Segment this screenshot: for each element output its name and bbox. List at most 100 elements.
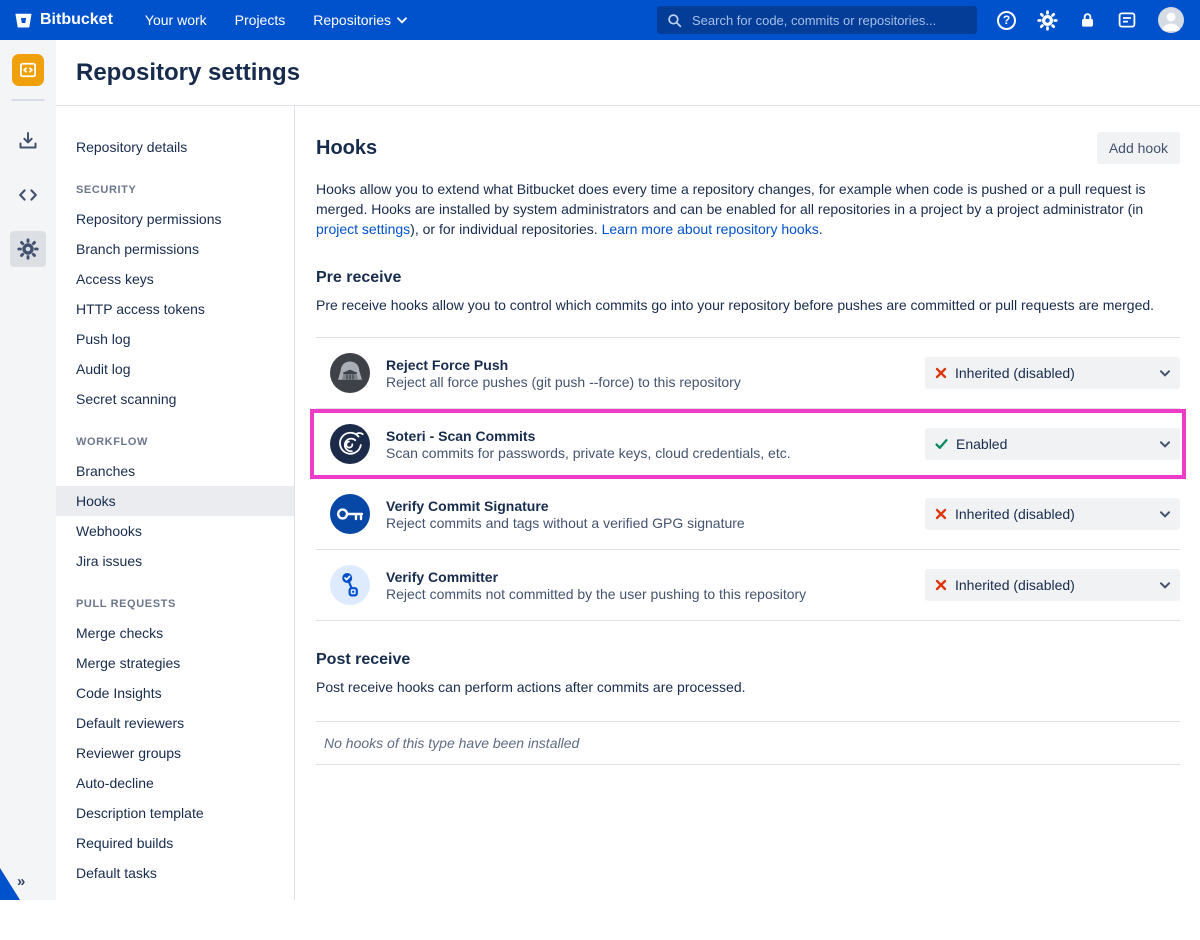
- bitbucket-logo-icon: [14, 11, 33, 30]
- settings-nav-item-push-log[interactable]: Push log: [56, 324, 294, 354]
- intro-text: ), or for individual repositories.: [410, 221, 601, 237]
- chevron-down-icon: [1160, 511, 1170, 518]
- clone-icon[interactable]: [10, 123, 46, 159]
- hook-status-dropdown-reject-force-push[interactable]: Inherited (disabled): [925, 357, 1180, 389]
- nav-repositories[interactable]: Repositories: [313, 12, 407, 28]
- pre-receive-description: Pre receive hooks allow you to control w…: [316, 295, 1180, 315]
- settings-nav-item-description-template[interactable]: Description template: [56, 798, 294, 828]
- hook-status-label: Inherited (disabled): [955, 506, 1075, 522]
- key-icon: [330, 494, 370, 534]
- settings-nav-item-repository-permissions[interactable]: Repository permissions: [56, 204, 294, 234]
- nav-section-security: SECURITY: [56, 162, 294, 204]
- top-navigation: Bitbucket Your work Projects Repositorie…: [0, 0, 1200, 40]
- settings-nav-item-secret-scanning[interactable]: Secret scanning: [56, 384, 294, 414]
- help-icon[interactable]: ?: [997, 11, 1016, 30]
- hook-description: Scan commits for passwords, private keys…: [386, 445, 791, 461]
- settings-nav-item-webhooks[interactable]: Webhooks: [56, 516, 294, 546]
- hook-status-dropdown-verify-committer[interactable]: Inherited (disabled): [925, 569, 1180, 601]
- nav-repositories-label: Repositories: [313, 12, 391, 28]
- pre-receive-hook-list: Reject Force PushReject all force pushes…: [316, 337, 1180, 621]
- settings-nav-item-auto-decline[interactable]: Auto-decline: [56, 768, 294, 798]
- settings-nav: Repository detailsSECURITYRepository per…: [56, 106, 295, 900]
- hooks-intro: Hooks allow you to extend what Bitbucket…: [316, 179, 1180, 239]
- post-receive-heading: Post receive: [316, 651, 1180, 669]
- hook-info: Soteri - Scan CommitsScan commits for pa…: [386, 428, 791, 461]
- hook-status-label: Inherited (disabled): [955, 577, 1075, 593]
- settings-nav-item-merge-strategies[interactable]: Merge strategies: [56, 648, 294, 678]
- intro-text: .: [819, 221, 823, 237]
- page-title: Repository settings: [76, 59, 300, 87]
- post-receive-description: Post receive hooks can perform actions a…: [316, 677, 1180, 697]
- user-avatar[interactable]: [1158, 7, 1184, 33]
- page-header: Repository settings: [56, 40, 1200, 106]
- gear-icon[interactable]: [1037, 10, 1058, 31]
- committer-icon: [330, 565, 370, 605]
- hook-description: Reject commits and tags without a verifi…: [386, 515, 745, 531]
- hook-description: Reject all force pushes (git push --forc…: [386, 374, 741, 390]
- add-hook-button[interactable]: Add hook: [1097, 132, 1180, 164]
- hooks-heading: Hooks: [316, 137, 377, 160]
- hook-row-reject-force-push: Reject Force PushReject all force pushes…: [316, 338, 1180, 409]
- code-icon[interactable]: [10, 177, 46, 213]
- status-disabled-icon: [935, 508, 947, 520]
- post-receive-section: Post receive Post receive hooks can perf…: [316, 651, 1180, 765]
- nav-your-work[interactable]: Your work: [145, 12, 207, 28]
- settings-nav-item-default-reviewers[interactable]: Default reviewers: [56, 708, 294, 738]
- settings-nav-item-branches[interactable]: Branches: [56, 456, 294, 486]
- hook-name: Verify Commit Signature: [386, 498, 745, 514]
- hook-description: Reject commits not committed by the user…: [386, 586, 806, 602]
- hook-status-label: Enabled: [956, 436, 1007, 452]
- settings-nav-item-code-insights[interactable]: Code Insights: [56, 678, 294, 708]
- vader-icon: [330, 353, 370, 393]
- global-search[interactable]: [657, 6, 977, 34]
- feedback-icon[interactable]: [1117, 10, 1137, 30]
- nav-action-icons: ?: [997, 7, 1184, 33]
- hook-name: Soteri - Scan Commits: [386, 428, 791, 444]
- soteri-icon: [330, 424, 370, 464]
- intro-text: Hooks allow you to extend what Bitbucket…: [316, 181, 1146, 217]
- pre-receive-heading: Pre receive: [316, 269, 1180, 287]
- link-project-settings[interactable]: project settings: [316, 221, 410, 237]
- link-learn-more-about-repository-hooks[interactable]: Learn more about repository hooks: [602, 221, 819, 237]
- search-icon: [667, 13, 682, 28]
- settings-nav-item-merge-checks[interactable]: Merge checks: [56, 618, 294, 648]
- expand-sidebar-icon[interactable]: »: [17, 873, 25, 890]
- settings-nav-item-http-access-tokens[interactable]: HTTP access tokens: [56, 294, 294, 324]
- hook-info: Verify Commit SignatureReject commits an…: [386, 498, 745, 531]
- settings-nav-item-hooks[interactable]: Hooks: [56, 486, 294, 516]
- settings-nav-item-branch-permissions[interactable]: Branch permissions: [56, 234, 294, 264]
- status-disabled-icon: [935, 579, 947, 591]
- settings-nav-item-repository-details[interactable]: Repository details: [56, 132, 294, 162]
- lock-icon[interactable]: [1079, 11, 1096, 29]
- main-content: Hooks Add hook Hooks allow you to extend…: [295, 106, 1200, 900]
- page: Repository settings Repository detailsSE…: [56, 40, 1200, 900]
- chevron-down-icon: [1160, 582, 1170, 589]
- chevron-down-icon: [1160, 370, 1170, 377]
- settings-nav-item-default-tasks[interactable]: Default tasks: [56, 858, 294, 888]
- brand-name: Bitbucket: [40, 11, 113, 29]
- hook-status-dropdown-soteri-scan-commits[interactable]: Enabled: [925, 428, 1180, 460]
- hook-row-soteri-scan-commits: Soteri - Scan CommitsScan commits for pa…: [310, 409, 1186, 479]
- hook-row-verify-committer: Verify CommitterReject commits not commi…: [316, 550, 1180, 621]
- nav-projects[interactable]: Projects: [235, 12, 286, 28]
- hook-name: Verify Committer: [386, 569, 806, 585]
- bitbucket-home-link[interactable]: Bitbucket: [14, 11, 113, 30]
- hook-info: Reject Force PushReject all force pushes…: [386, 357, 741, 390]
- settings-nav-item-jira-issues[interactable]: Jira issues: [56, 546, 294, 576]
- settings-nav-item-required-builds[interactable]: Required builds: [56, 828, 294, 858]
- post-receive-empty-message: No hooks of this type have been installe…: [316, 721, 1180, 765]
- hook-status-label: Inherited (disabled): [955, 365, 1075, 381]
- repository-settings-icon[interactable]: [10, 231, 46, 267]
- nav-section-workflow: WORKFLOW: [56, 414, 294, 456]
- status-disabled-icon: [935, 367, 947, 379]
- settings-nav-item-access-keys[interactable]: Access keys: [56, 264, 294, 294]
- sidebar-rail: [0, 40, 56, 900]
- settings-nav-item-reviewer-groups[interactable]: Reviewer groups: [56, 738, 294, 768]
- repository-avatar[interactable]: [12, 54, 44, 86]
- hook-name: Reject Force Push: [386, 357, 741, 373]
- status-enabled-icon: [935, 438, 948, 450]
- search-input[interactable]: [690, 12, 967, 29]
- hook-status-dropdown-verify-commit-signature[interactable]: Inherited (disabled): [925, 498, 1180, 530]
- primary-nav-links: Your work Projects Repositories: [145, 12, 407, 28]
- settings-nav-item-audit-log[interactable]: Audit log: [56, 354, 294, 384]
